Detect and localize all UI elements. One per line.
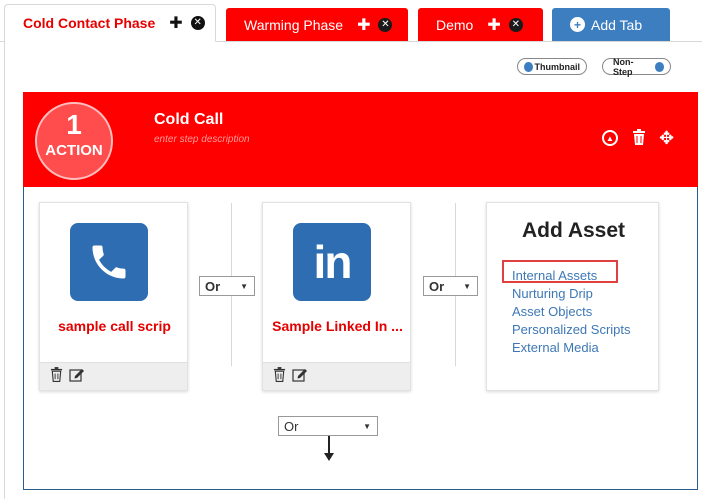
edit-icon[interactable] <box>292 367 308 387</box>
trash-icon[interactable] <box>273 366 286 387</box>
phone-icon <box>70 223 148 301</box>
collapse-icon[interactable]: ▲ <box>602 130 618 146</box>
tab-label: Demo <box>436 16 474 33</box>
tab-bar: Cold Contact Phase ✚ ✕ Warming Phase ✚ ✕… <box>0 0 702 42</box>
edit-icon[interactable] <box>69 367 85 387</box>
step-number: 1 <box>66 109 82 140</box>
app-root: Cold Contact Phase ✚ ✕ Warming Phase ✚ ✕… <box>0 0 702 499</box>
add-tab-label: Add Tab <box>591 16 643 33</box>
add-asset-asset-objects[interactable]: Asset Objects <box>512 303 631 321</box>
thumbnail-toggle[interactable]: Thumbnail <box>517 58 587 75</box>
asset-card-footer <box>40 362 187 390</box>
chevron-down-icon: ▼ <box>363 421 371 431</box>
highlight-box <box>502 260 618 283</box>
step-header <box>23 92 698 187</box>
asset-card-call-script[interactable]: sample call scrip <box>39 202 188 391</box>
or-select-value: Or <box>284 418 299 434</box>
add-tab-button[interactable]: + Add Tab <box>552 8 670 41</box>
step-description-input[interactable]: enter step description <box>154 134 250 145</box>
plus-circle-icon: + <box>570 17 585 32</box>
tab-label: Warming Phase <box>244 16 344 33</box>
asset-card-linkedin[interactable]: in Sample Linked In ... <box>262 202 411 391</box>
asset-label[interactable]: sample call scrip <box>40 318 189 334</box>
asset-label[interactable]: Sample Linked In ... <box>263 318 412 334</box>
or-select[interactable]: Or ▼ <box>423 276 478 296</box>
linkedin-icon: in <box>293 223 371 301</box>
move-icon[interactable]: ✚ <box>357 15 370 35</box>
add-asset-card: Add Asset Internal Assets Nurturing Drip… <box>486 202 659 391</box>
tab-demo[interactable]: Demo ✚ ✕ <box>418 8 543 41</box>
step-badge-label: ACTION <box>45 142 103 159</box>
arrow-down-icon <box>324 436 334 461</box>
or-select[interactable]: Or ▼ <box>199 276 255 296</box>
non-step-toggle[interactable]: Non-Step <box>602 56 671 77</box>
chevron-down-icon: ▼ <box>463 281 471 291</box>
tab-cold-contact-phase[interactable]: Cold Contact Phase ✚ ✕ <box>4 4 216 42</box>
add-asset-nurturing-drip[interactable]: Nurturing Drip <box>512 285 631 303</box>
move-icon[interactable]: ✚ <box>169 13 182 33</box>
move-icon[interactable]: ✚ <box>487 15 500 35</box>
close-icon[interactable]: ✕ <box>508 17 523 32</box>
step-title[interactable]: Cold Call <box>154 111 223 129</box>
trash-icon[interactable] <box>632 129 646 150</box>
or-select-value: Or <box>429 278 445 294</box>
add-asset-external-media[interactable]: External Media <box>512 339 631 357</box>
or-select-value: Or <box>205 278 221 294</box>
step-badge: 1 ACTION <box>35 102 113 180</box>
toggle-knob <box>524 61 533 72</box>
or-select-bottom[interactable]: Or ▼ <box>278 416 378 436</box>
add-asset-personalized-scripts[interactable]: Personalized Scripts <box>512 321 631 339</box>
add-asset-title: Add Asset <box>521 219 626 242</box>
thumbnail-toggle-label: Thumbnail <box>534 61 581 72</box>
tab-warming-phase[interactable]: Warming Phase ✚ ✕ <box>226 8 408 41</box>
close-icon[interactable]: ✕ <box>378 17 393 32</box>
non-step-toggle-label: Non-Step <box>613 56 634 77</box>
toggle-knob <box>654 61 664 72</box>
chevron-down-icon: ▼ <box>240 281 248 291</box>
tab-label: Cold Contact Phase <box>23 15 156 31</box>
trash-icon[interactable] <box>50 366 63 387</box>
move-icon[interactable]: ✥ <box>659 128 674 149</box>
asset-card-footer <box>263 362 410 390</box>
close-icon[interactable]: ✕ <box>190 16 205 30</box>
